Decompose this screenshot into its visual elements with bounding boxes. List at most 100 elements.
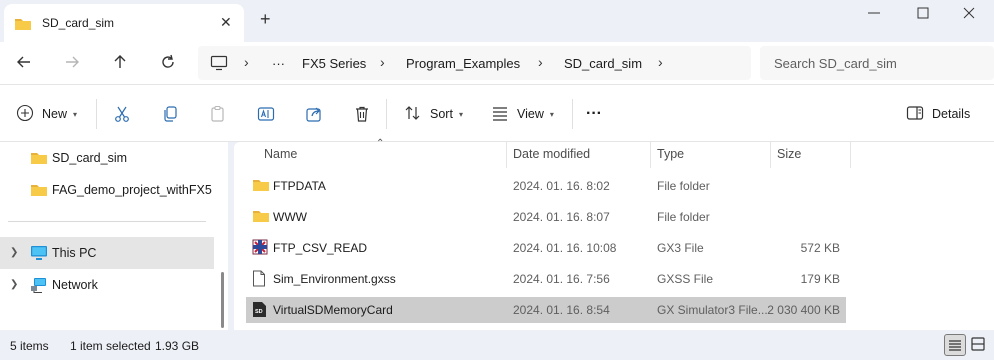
svg-text:SD: SD [255, 309, 263, 315]
table-row[interactable]: WWW 2024. 01. 16. 8:07 File folder [246, 204, 846, 230]
search-box[interactable] [760, 46, 994, 80]
table-row[interactable]: FTPDATA 2024. 01. 16. 8:02 File folder [246, 173, 846, 199]
new-button[interactable]: New ▾ [16, 104, 77, 124]
rename-button[interactable] [257, 104, 275, 124]
chevron-right-icon[interactable]: ❯ [10, 279, 18, 290]
file-name: FTPDATA [273, 179, 326, 193]
forward-arrow-icon[interactable] [62, 52, 82, 72]
paste-button[interactable] [209, 104, 227, 124]
refresh-icon[interactable] [158, 52, 178, 72]
tiles-view-icon [971, 337, 985, 351]
clipboard-icon [211, 105, 224, 122]
back-arrow-icon[interactable] [14, 52, 34, 72]
column-header-size[interactable]: Size [777, 147, 801, 161]
status-bar: 5 items 1 item selected 1.93 GB [0, 330, 994, 360]
chevron-right-icon[interactable]: › [658, 54, 663, 70]
breadcrumb-overflow[interactable]: ··· [272, 56, 285, 71]
details-label: Details [932, 107, 971, 121]
column-header-date[interactable]: Date modified [513, 147, 590, 161]
copy-button[interactable] [161, 104, 179, 124]
sidebar-item-this-pc[interactable]: ❯ This PC [0, 237, 214, 269]
chevron-right-icon[interactable]: › [538, 54, 543, 70]
sort-label: Sort [430, 107, 453, 121]
folder-icon [30, 182, 48, 201]
delete-button[interactable] [353, 104, 371, 124]
breadcrumb-program-examples[interactable]: Program_Examples [406, 56, 520, 71]
toolbar-divider [96, 99, 97, 129]
table-row[interactable]: Sim_Environment.gxss 2024. 01. 16. 7:56 … [246, 266, 846, 292]
file-name: FTP_CSV_READ [273, 241, 368, 255]
sidebar-item-network[interactable]: ❯ Network [0, 269, 214, 301]
table-row[interactable]: SD VirtualSDMemoryCard 2024. 01. 16. 8:5… [246, 297, 846, 323]
window-close-icon[interactable] [960, 4, 978, 22]
column-divider[interactable] [506, 142, 507, 168]
folder-icon [30, 150, 48, 169]
chevron-right-icon[interactable]: › [244, 54, 249, 70]
cut-button[interactable] [113, 104, 131, 124]
sort-ascending-icon: ⌃ [376, 138, 385, 149]
file-list: ⌃ Name Date modified Type Size FTPDATA 2… [234, 138, 994, 330]
trash-icon [356, 106, 368, 122]
file-date: 2024. 01. 16. 8:54 [513, 303, 610, 317]
tab-sd-card-sim[interactable]: SD_card_sim ✕ [4, 4, 244, 42]
ellipsis-icon: ··· [586, 105, 602, 122]
chevron-down-icon: ▾ [73, 109, 78, 119]
toolbar-divider [386, 99, 387, 129]
maximize-icon[interactable] [914, 4, 932, 22]
sidebar-item-label: FAG_demo_project_withFX5 [52, 183, 212, 197]
up-arrow-icon[interactable] [110, 52, 130, 72]
file-type: File folder [657, 210, 710, 224]
file-size: 2 030 400 KB [767, 303, 840, 317]
chevron-right-icon[interactable]: › [380, 54, 385, 70]
selection-size: 1.93 GB [155, 339, 200, 353]
network-icon [30, 277, 48, 296]
breadcrumb-fx5-series[interactable]: FX5 Series [302, 56, 366, 71]
file-date: 2024. 01. 16. 8:02 [513, 179, 610, 193]
item-count: 5 items [10, 339, 49, 353]
rename-icon [257, 107, 275, 121]
file-type: GX3 File [657, 241, 704, 255]
minimize-icon[interactable] [866, 4, 882, 20]
address-bar[interactable]: › ··· FX5 Series › Program_Examples › SD… [198, 46, 751, 80]
more-options-button[interactable]: ··· [586, 104, 602, 124]
share-button[interactable] [305, 104, 323, 124]
file-date: 2024. 01. 16. 7:56 [513, 272, 610, 286]
details-view-button[interactable] [944, 334, 966, 356]
tiles-view-button[interactable] [968, 334, 990, 356]
file-name: Sim_Environment.gxss [273, 272, 396, 286]
tab-title: SD_card_sim [42, 16, 115, 30]
command-bar: New ▾ Sort ▾ View ▾ ··· Details [0, 84, 994, 142]
breadcrumb-sd-card-sim[interactable]: SD_card_sim [564, 56, 642, 71]
sidebar-item-sd-card-sim[interactable]: SD_card_sim [0, 142, 214, 174]
details-button[interactable]: Details [906, 104, 970, 124]
chevron-down-icon: ▾ [458, 109, 463, 119]
chevron-right-icon[interactable]: ❯ [10, 247, 18, 258]
toolbar-divider [572, 99, 573, 129]
new-tab-button[interactable]: + [260, 10, 271, 28]
share-icon [306, 107, 321, 122]
sort-icon [404, 104, 422, 125]
column-divider[interactable] [650, 142, 651, 168]
column-divider[interactable] [850, 142, 851, 168]
sidebar-item-fag-demo-project[interactable]: FAG_demo_project_withFX5 [0, 174, 214, 206]
file-name: VirtualSDMemoryCard [273, 303, 393, 317]
file-size: 179 KB [800, 272, 840, 286]
sidebar-scrollbar[interactable] [221, 272, 224, 328]
close-icon[interactable]: ✕ [220, 14, 232, 31]
navigation-pane: SD_card_sim FAG_demo_project_withFX5 ❯ T… [0, 142, 228, 330]
monitor-icon[interactable] [210, 55, 228, 74]
folder-icon [252, 177, 270, 196]
view-button[interactable]: View ▾ [491, 104, 554, 124]
folder-icon [14, 16, 32, 35]
details-pane-icon [906, 104, 924, 125]
view-lines-icon [491, 104, 509, 125]
column-header-name[interactable]: Name [264, 147, 297, 161]
table-row[interactable]: FTP_CSV_READ 2024. 01. 16. 10:08 GX3 Fil… [246, 235, 846, 261]
sort-button[interactable]: Sort ▾ [404, 104, 463, 124]
search-input[interactable] [774, 56, 974, 71]
column-divider[interactable] [770, 142, 771, 168]
column-header-type[interactable]: Type [657, 147, 684, 161]
file-name: WWW [273, 210, 307, 224]
details-view-icon [949, 340, 961, 351]
file-type: File folder [657, 179, 710, 193]
